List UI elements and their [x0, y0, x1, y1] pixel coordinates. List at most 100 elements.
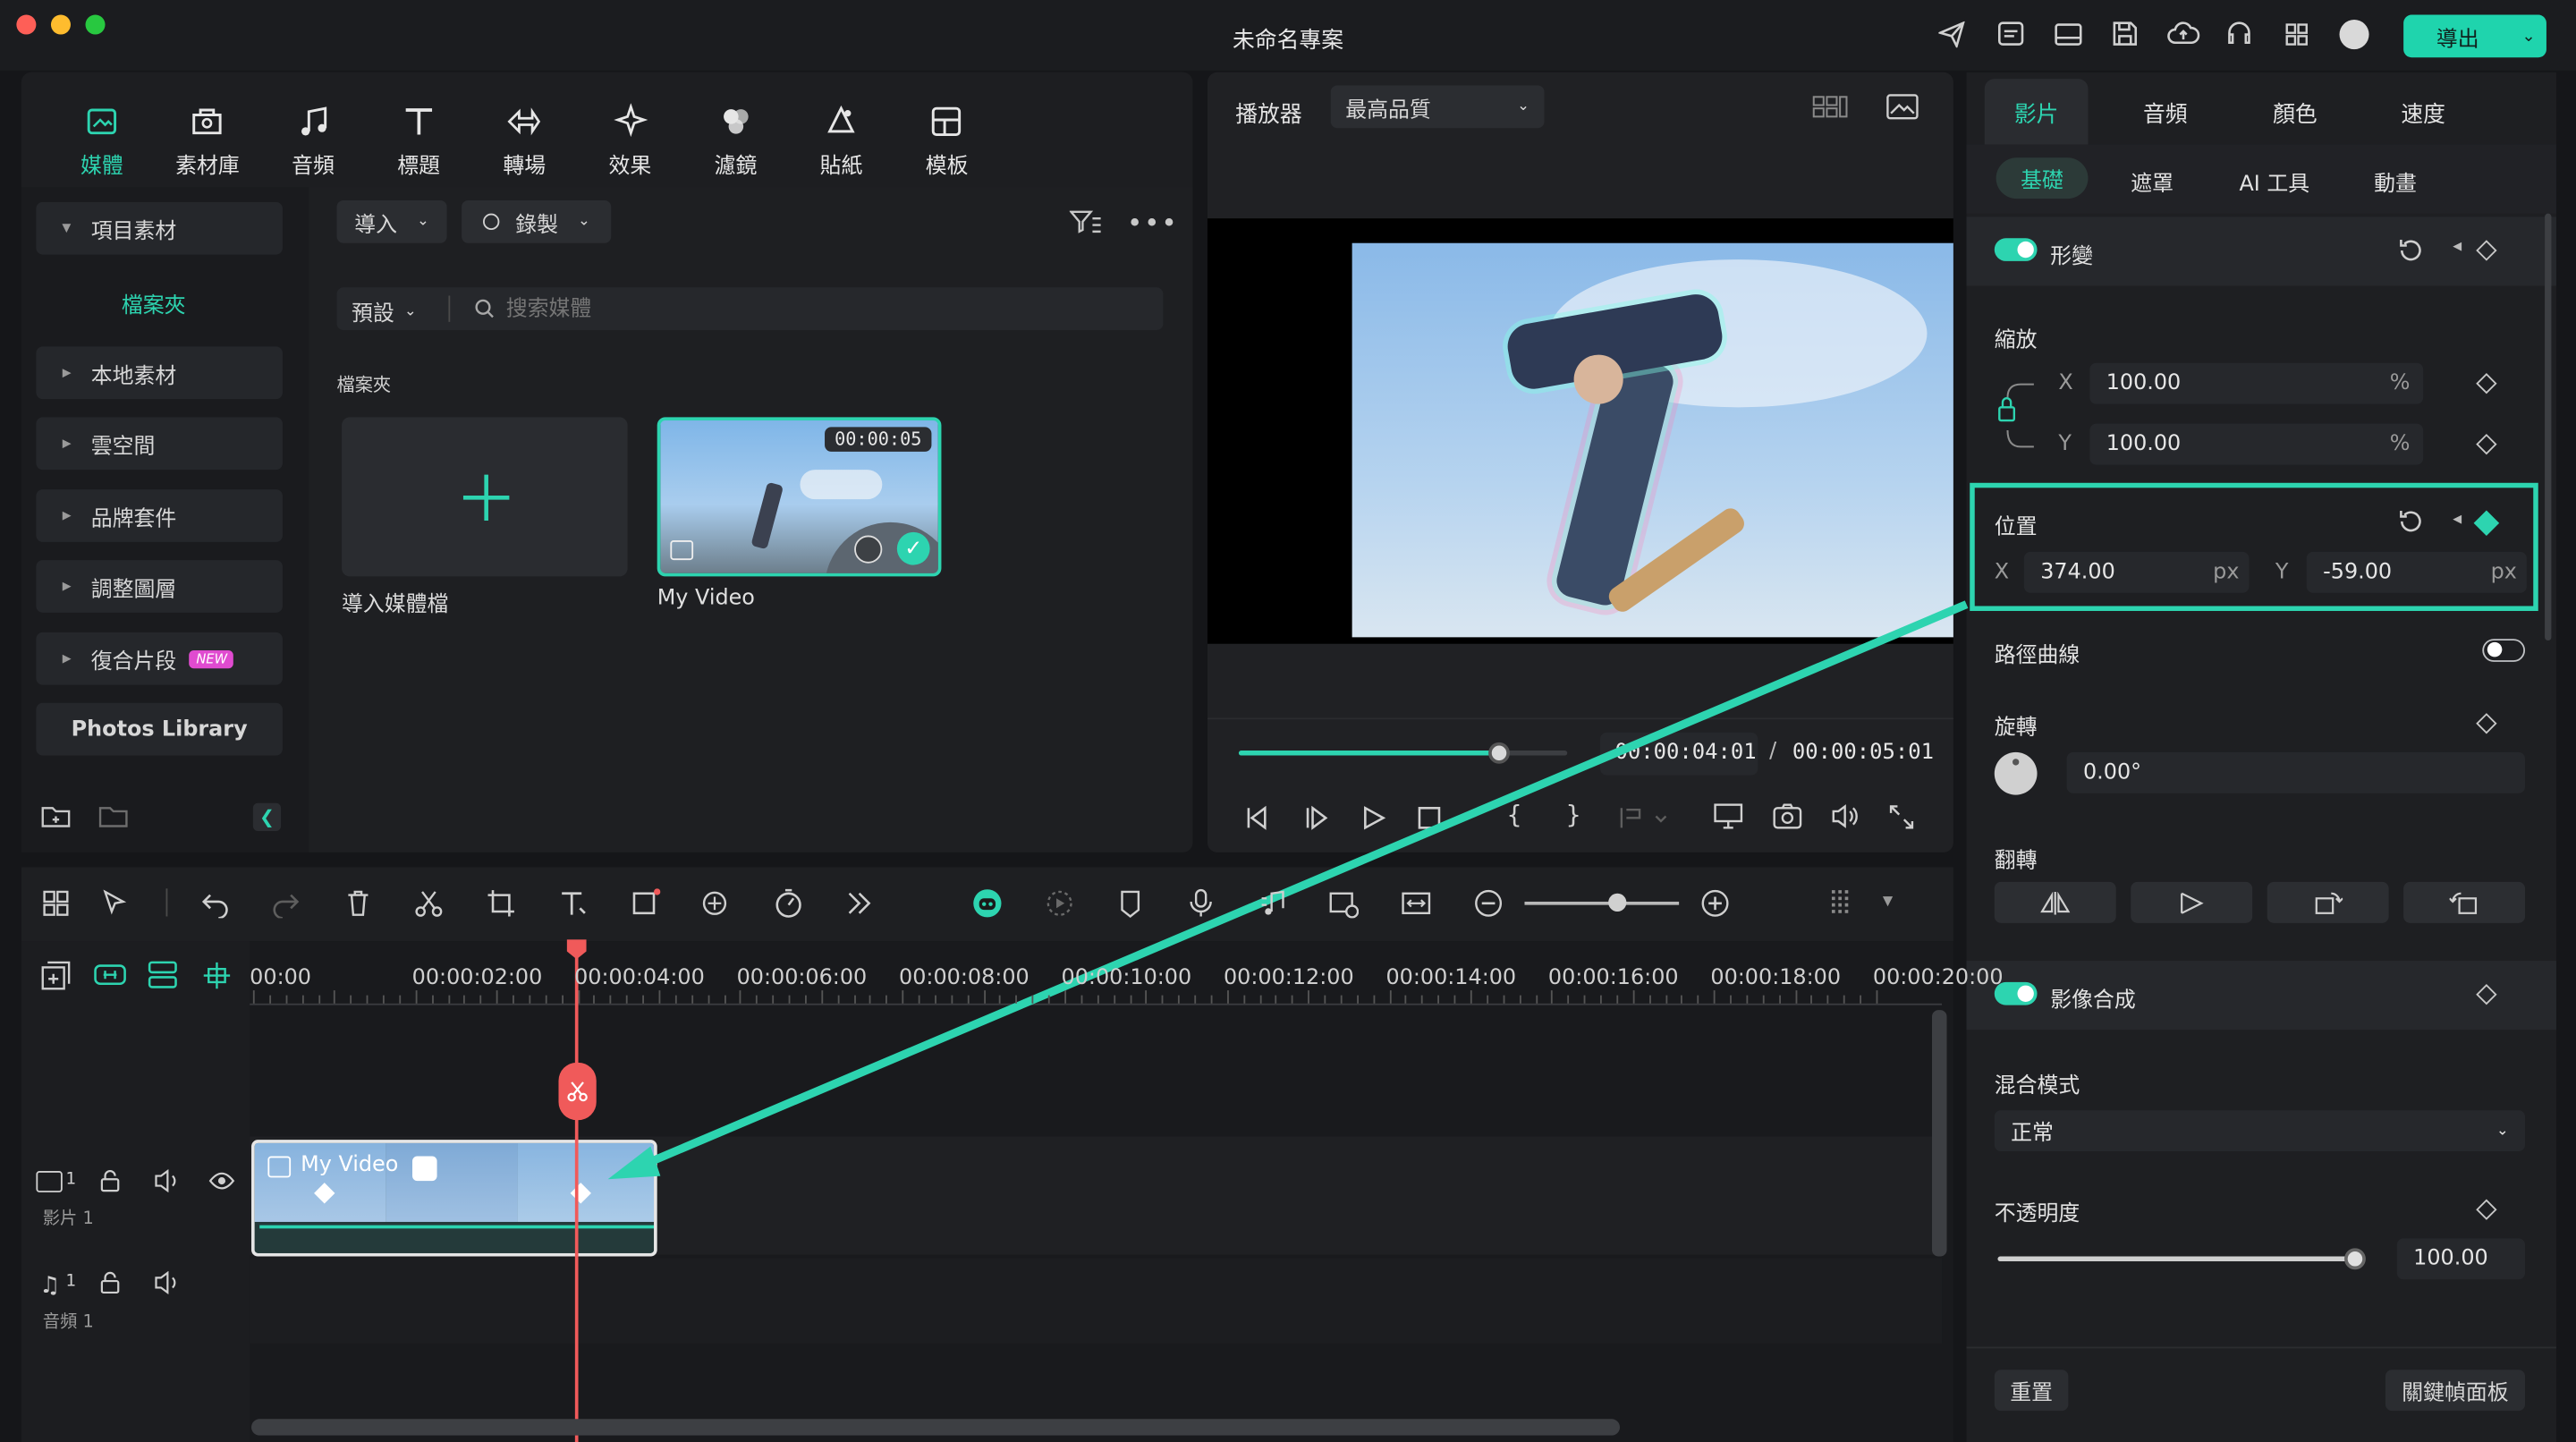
ruler-tick	[415, 990, 418, 1004]
ruler-tick	[1324, 995, 1326, 1004]
more-tools-icon[interactable]	[844, 888, 874, 918]
ruler-tick	[496, 990, 498, 1004]
sticker-icon	[823, 102, 859, 141]
crop-icon[interactable]	[487, 888, 516, 918]
ruler-tick	[1827, 995, 1829, 1004]
ruler-time-label: 00:00:04:00	[574, 965, 705, 991]
microphone-icon[interactable]	[1186, 888, 1216, 918]
ruler-tick	[1031, 995, 1034, 1004]
ruler-tick	[1226, 990, 1229, 1004]
ruler-time-label: 00:00:20:00	[1872, 965, 2004, 991]
ruler-time-label: 00:00:08:00	[899, 965, 1030, 991]
ruler-tick	[529, 995, 531, 1004]
cut-scissors-icon[interactable]	[414, 888, 444, 918]
ruler-tick	[869, 995, 872, 1004]
ruler-tick	[1129, 995, 1131, 1004]
pip-replace-icon[interactable]	[1329, 888, 1359, 919]
nav-item-media[interactable]: 媒體	[55, 102, 148, 179]
ruler-tick	[772, 995, 775, 1004]
ruler-tick	[691, 995, 693, 1004]
ruler-time-label: 00:00:16:00	[1547, 965, 1679, 991]
ruler-tick	[1714, 990, 1716, 1004]
ruler-tick	[1681, 995, 1683, 1004]
ruler-tick	[463, 995, 466, 1004]
undo-icon[interactable]	[200, 888, 230, 919]
zoom-in-icon[interactable]	[1700, 888, 1730, 918]
ruler-tick	[983, 990, 986, 1004]
layout-select-icon[interactable]	[41, 888, 71, 918]
nav-item-music-note[interactable]: 音頻	[267, 102, 360, 179]
ruler-tick	[967, 995, 970, 1004]
annotation-arrow	[607, 600, 1969, 1180]
nav-item-stock-library[interactable]: 素材庫	[162, 102, 254, 179]
ruler-tick	[350, 995, 352, 1004]
ruler-tick	[399, 995, 401, 1004]
nav-item-title-t[interactable]: 標題	[373, 102, 465, 179]
ruler-time-label: 00:00	[250, 965, 312, 991]
ruler-tick	[1648, 995, 1651, 1004]
ruler-tick	[1275, 995, 1277, 1004]
ruler-time-label: 00:00:06:00	[736, 965, 868, 991]
nav-item-template[interactable]: 模板	[901, 102, 993, 179]
ruler-tick	[479, 995, 482, 1004]
stock-library-icon	[190, 102, 225, 141]
nav-item-sticker[interactable]: 貼紙	[795, 102, 887, 179]
redo-icon[interactable]	[271, 888, 301, 919]
ruler-tick	[1778, 995, 1781, 1004]
ruler-tick	[561, 995, 564, 1004]
ruler-tick	[593, 995, 596, 1004]
ruler-tick	[1600, 995, 1602, 1004]
ruler-tick	[1843, 995, 1846, 1004]
ai-assistant-icon[interactable]	[972, 888, 1002, 918]
delete-trash-icon[interactable]	[343, 888, 373, 918]
zoom-out-icon[interactable]	[1474, 888, 1504, 918]
nav-item-label: 標題	[397, 154, 441, 180]
nav-item-effects[interactable]: 效果	[584, 102, 676, 179]
divider	[165, 888, 168, 917]
ruler-tick	[577, 990, 580, 1004]
fit-timeline-icon[interactable]	[1402, 888, 1431, 918]
nav-item-label: 音頻	[292, 154, 335, 180]
auto-reframe-icon[interactable]	[1045, 888, 1074, 918]
ruler-tick	[447, 995, 450, 1004]
transition-icon	[506, 102, 542, 141]
audio-edit-icon[interactable]	[1258, 888, 1288, 918]
title-t-icon	[401, 102, 436, 141]
ruler-tick	[1242, 995, 1245, 1004]
ruler-tick	[1551, 990, 1554, 1004]
music-note-icon	[295, 102, 331, 141]
ruler-tick	[1389, 990, 1391, 1004]
color-match-icon[interactable]	[701, 888, 731, 918]
media-icon	[84, 102, 120, 141]
ruler-tick	[1487, 995, 1488, 1004]
ruler-tick	[1567, 995, 1570, 1004]
ruler-tick	[1519, 995, 1521, 1004]
marker-icon[interactable]	[1115, 888, 1145, 919]
ruler-tick	[1746, 995, 1749, 1004]
ruler-tick	[935, 995, 936, 1004]
ruler-tick	[1762, 995, 1765, 1004]
select-arrow-icon[interactable]	[100, 888, 130, 918]
ruler-tick	[724, 995, 725, 1004]
track-options-icon[interactable]	[1826, 888, 1856, 918]
nav-item-filters[interactable]: 濾鏡	[690, 102, 782, 179]
nav-item-label: 濾鏡	[714, 154, 758, 180]
ruler-tick	[285, 995, 287, 1004]
ruler-tick	[1015, 995, 1018, 1004]
nav-item-label: 貼紙	[819, 154, 863, 180]
ruler-tick	[1730, 995, 1733, 1004]
ruler-tick	[301, 995, 304, 1004]
ruler-tick	[853, 995, 856, 1004]
ruler-tick	[1437, 995, 1440, 1004]
speed-icon[interactable]	[774, 888, 803, 918]
ruler-tick	[610, 995, 612, 1004]
ruler-tick	[1697, 995, 1699, 1004]
text-icon[interactable]	[558, 888, 588, 918]
ruler-tick	[1194, 995, 1197, 1004]
effects-icon	[612, 102, 648, 141]
chevron-down-icon[interactable]: ▼	[1883, 894, 1893, 909]
ruler-tick	[513, 995, 515, 1004]
nav-item-transition[interactable]: 轉場	[479, 102, 571, 179]
shape-record-icon[interactable]	[631, 888, 661, 918]
nav-item-label: 轉場	[503, 154, 547, 180]
